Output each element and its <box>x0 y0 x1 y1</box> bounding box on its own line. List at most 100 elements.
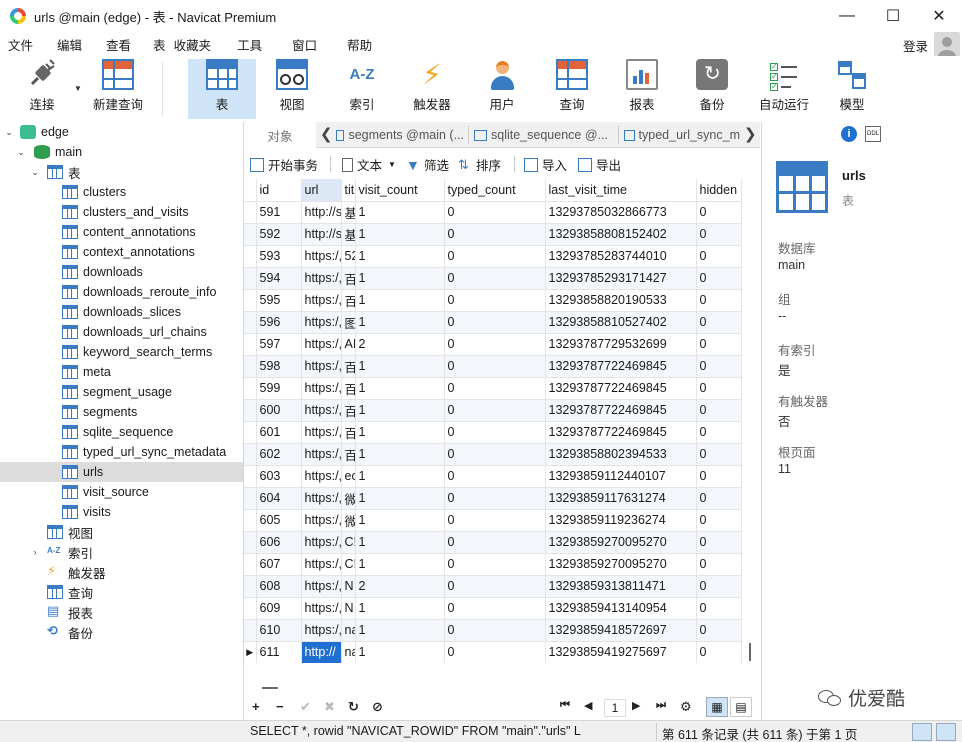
table-cell[interactable]: https:/, <box>301 597 342 620</box>
table-cell[interactable]: 百 <box>341 421 356 444</box>
row-marker[interactable] <box>244 597 257 620</box>
table-cell[interactable]: N <box>341 575 356 598</box>
page-number-input[interactable]: 1 <box>604 699 626 717</box>
table-cell[interactable]: 基 <box>341 223 356 246</box>
table-row[interactable]: 599https:/,百10132937877224698450 <box>244 377 742 400</box>
table-cell[interactable]: https:/, <box>301 289 342 312</box>
first-page-button[interactable]: ⏮ <box>560 699 570 712</box>
begin-transaction-button[interactable]: 开始事务 <box>250 155 318 174</box>
row-marker[interactable]: ▶ <box>244 641 257 663</box>
table-cell[interactable]: 610 <box>256 619 302 642</box>
row-marker[interactable] <box>244 487 257 510</box>
table-cell[interactable]: 0 <box>444 487 546 510</box>
gear-icon[interactable]: ⚙ <box>680 699 692 715</box>
table-cell[interactable]: C! <box>341 531 356 554</box>
tree-table-content-annotations[interactable]: content_annotations <box>0 222 243 242</box>
text-view-button[interactable]: 文本 ▼ <box>342 155 396 174</box>
table-cell[interactable]: 0 <box>444 223 546 246</box>
table-cell[interactable]: http://s <box>301 201 342 224</box>
table-cell[interactable]: https:/, <box>301 245 342 268</box>
table-row[interactable]: 602https:/,百10132938588023945330 <box>244 443 742 466</box>
backup-tool-button[interactable]: 备份 <box>682 59 742 119</box>
table-cell[interactable]: 1 <box>355 377 445 400</box>
menu-favorites[interactable]: 收藏夹 <box>174 35 220 54</box>
table-cell[interactable]: https:/, <box>301 443 342 466</box>
table-cell[interactable]: https:/, <box>301 553 342 576</box>
tree-table-downloads-slices[interactable]: downloads_slices <box>0 302 243 322</box>
table-cell[interactable]: http:// <box>301 641 342 663</box>
chevron-right-icon[interactable]: › <box>30 547 40 557</box>
apply-changes-button[interactable]: ✔ <box>300 699 311 715</box>
delete-record-button[interactable]: − <box>276 699 284 714</box>
table-cell[interactable]: 0 <box>696 289 742 312</box>
table-cell[interactable]: 52 <box>341 245 356 268</box>
table-cell[interactable]: 13293859112440107 <box>545 465 697 488</box>
row-marker[interactable] <box>244 399 257 422</box>
tree-table-context-annotations[interactable]: context_annotations <box>0 242 243 262</box>
table-cell[interactable]: C! <box>341 553 356 576</box>
table-cell[interactable]: 13293787722469845 <box>545 355 697 378</box>
table-cell[interactable]: 611 <box>256 641 302 663</box>
table-cell[interactable]: 0 <box>696 509 742 532</box>
table-cell[interactable]: 0 <box>696 575 742 598</box>
table-cell[interactable]: 13293787722469845 <box>545 421 697 444</box>
close-button[interactable]: ✕ <box>916 0 962 32</box>
menu-edit[interactable]: 编辑 <box>41 35 90 54</box>
table-cell[interactable]: 0 <box>444 465 546 488</box>
table-cell[interactable]: 0 <box>444 597 546 620</box>
chevron-down-icon[interactable]: ⌄ <box>30 167 40 178</box>
table-row[interactable]: 594https:/,百10132937852931714270 <box>244 267 742 290</box>
table-cell[interactable]: N <box>341 597 356 620</box>
table-cell[interactable]: 1 <box>355 355 445 378</box>
grid-vertical-scrollbar[interactable] <box>744 179 760 663</box>
table-cell[interactable]: 13293859418572697 <box>545 619 697 642</box>
discard-changes-button[interactable]: ✖ <box>324 699 335 715</box>
table-cell[interactable]: 609 <box>256 597 302 620</box>
table-row[interactable]: 601https:/,百10132937877224698450 <box>244 421 742 444</box>
table-cell[interactable]: 13293859119236274 <box>545 509 697 532</box>
user-tool-button[interactable]: 用户 <box>472 59 532 119</box>
table-cell[interactable]: 13293787729532699 <box>545 333 697 356</box>
table-cell[interactable]: 13293859413140954 <box>545 597 697 620</box>
table-cell[interactable]: 0 <box>444 289 546 312</box>
table-cell[interactable]: 0 <box>444 443 546 466</box>
table-cell[interactable]: 13293859270095270 <box>545 553 697 576</box>
table-cell[interactable]: na <box>341 619 356 642</box>
table-cell[interactable]: 0 <box>696 355 742 378</box>
tab-scroll-left-icon[interactable]: ❮ <box>320 125 333 143</box>
table-cell[interactable]: 13293785032866773 <box>545 201 697 224</box>
table-cell[interactable]: 598 <box>256 355 302 378</box>
table-cell[interactable]: 13293859313811471 <box>545 575 697 598</box>
table-cell[interactable]: 1 <box>355 223 445 246</box>
table-cell[interactable]: https:/, <box>301 267 342 290</box>
toggle-left-pane-button[interactable] <box>912 723 932 741</box>
table-row[interactable]: 597https:/,AI20132937877295326990 <box>244 333 742 356</box>
row-marker[interactable] <box>244 289 257 312</box>
table-cell[interactable]: 1 <box>355 641 445 663</box>
table-cell[interactable]: 微 <box>341 487 356 510</box>
row-marker[interactable] <box>244 509 257 532</box>
tree-group-backups[interactable]: ⟲ 备份 <box>0 622 243 642</box>
tree-table-visits[interactable]: visits <box>0 502 243 522</box>
table-cell[interactable]: 0 <box>444 641 546 663</box>
tree-table-urls[interactable]: urls <box>0 462 243 482</box>
table-cell[interactable]: 597 <box>256 333 302 356</box>
tree-group-triggers[interactable]: ⚡ 触发器 <box>0 562 243 582</box>
table-cell[interactable]: https:/, <box>301 355 342 378</box>
table-cell[interactable]: 2 <box>355 575 445 598</box>
data-grid[interactable]: id url tit visit_count typed_count last_visit… <box>244 179 744 663</box>
table-cell[interactable]: 0 <box>444 619 546 642</box>
row-marker[interactable] <box>244 531 257 554</box>
table-cell[interactable]: 百 <box>341 355 356 378</box>
row-marker[interactable] <box>244 443 257 466</box>
table-cell[interactable]: 1 <box>355 465 445 488</box>
table-row[interactable]: 607https:/,C!10132938592700952700 <box>244 553 742 576</box>
table-row[interactable]: 600https:/,百10132937877224698450 <box>244 399 742 422</box>
tree-table-clusters-and-visits[interactable]: clusters_and_visits <box>0 202 243 222</box>
table-cell[interactable]: https:/, <box>301 333 342 356</box>
table-cell[interactable]: 0 <box>696 619 742 642</box>
table-cell[interactable]: 图 <box>341 311 356 334</box>
column-header-visit-count[interactable]: visit_count <box>355 179 445 202</box>
tree-table-meta[interactable]: meta <box>0 362 243 382</box>
tree-table-visit-source[interactable]: visit_source <box>0 482 243 502</box>
